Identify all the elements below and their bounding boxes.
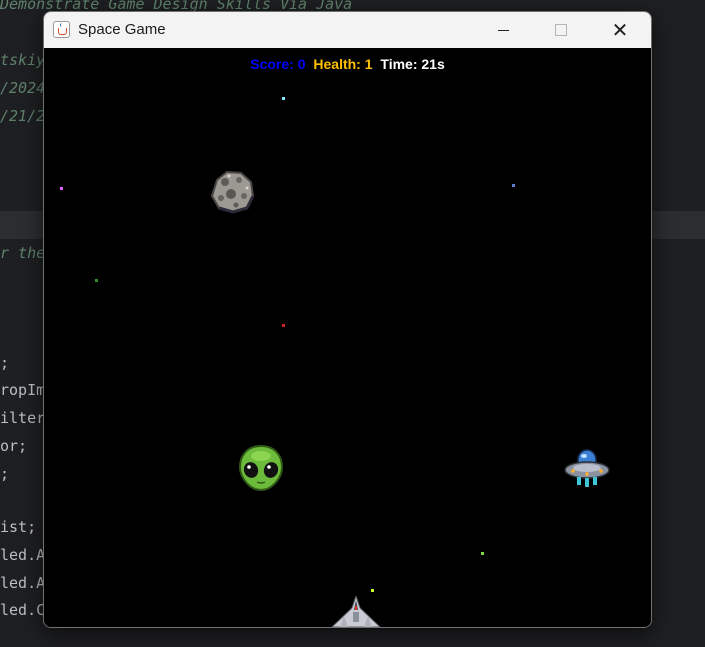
star	[481, 552, 484, 555]
ide-code-line: or;	[0, 437, 28, 455]
ide-code-line: led.C	[0, 601, 46, 619]
ide-code-line: ilter	[0, 409, 46, 427]
ide-code-line: tskiy	[0, 51, 46, 69]
score-label: Score: 0	[250, 56, 306, 72]
window-title: Space Game	[78, 21, 166, 38]
ide-code-line: led.A	[0, 574, 46, 592]
star	[512, 184, 515, 187]
ide-code-line: r the	[0, 244, 46, 262]
player-ship-sprite	[331, 596, 381, 627]
time-label: Time: 21s	[380, 56, 445, 72]
java-app-icon[interactable]	[53, 21, 70, 38]
game-window: Space Game ✕ Score: 0 Health: 1 Time: 21…	[43, 11, 652, 628]
ide-code-line: /21/2	[0, 107, 46, 125]
ide-code-line: /2024	[0, 79, 46, 97]
star	[95, 279, 98, 282]
close-icon: ✕	[611, 18, 629, 42]
ide-code-line: ropIm	[0, 381, 46, 399]
close-button[interactable]: ✕	[597, 12, 643, 48]
minimize-button[interactable]	[480, 12, 526, 48]
ufo-sprite	[564, 449, 610, 487]
star	[371, 589, 374, 592]
minimize-icon	[497, 29, 509, 31]
alien-head-sprite	[238, 444, 284, 492]
ide-code-line: ;	[0, 465, 10, 483]
hud: Score: 0 Health: 1 Time: 21s	[44, 56, 651, 72]
maximize-icon	[555, 24, 567, 36]
maximize-button[interactable]	[538, 12, 584, 48]
health-label: Health: 1	[313, 56, 373, 72]
ide-code-line: led.A	[0, 546, 46, 564]
star	[60, 187, 63, 190]
ide-code-line: ;	[0, 354, 10, 372]
star	[282, 324, 285, 327]
ide-code-line: ist;	[0, 518, 37, 536]
title-bar[interactable]: Space Game ✕	[44, 12, 651, 48]
star	[282, 97, 285, 100]
game-canvas[interactable]: Score: 0 Health: 1 Time: 21s	[44, 48, 651, 627]
asteroid-sprite	[210, 170, 255, 214]
